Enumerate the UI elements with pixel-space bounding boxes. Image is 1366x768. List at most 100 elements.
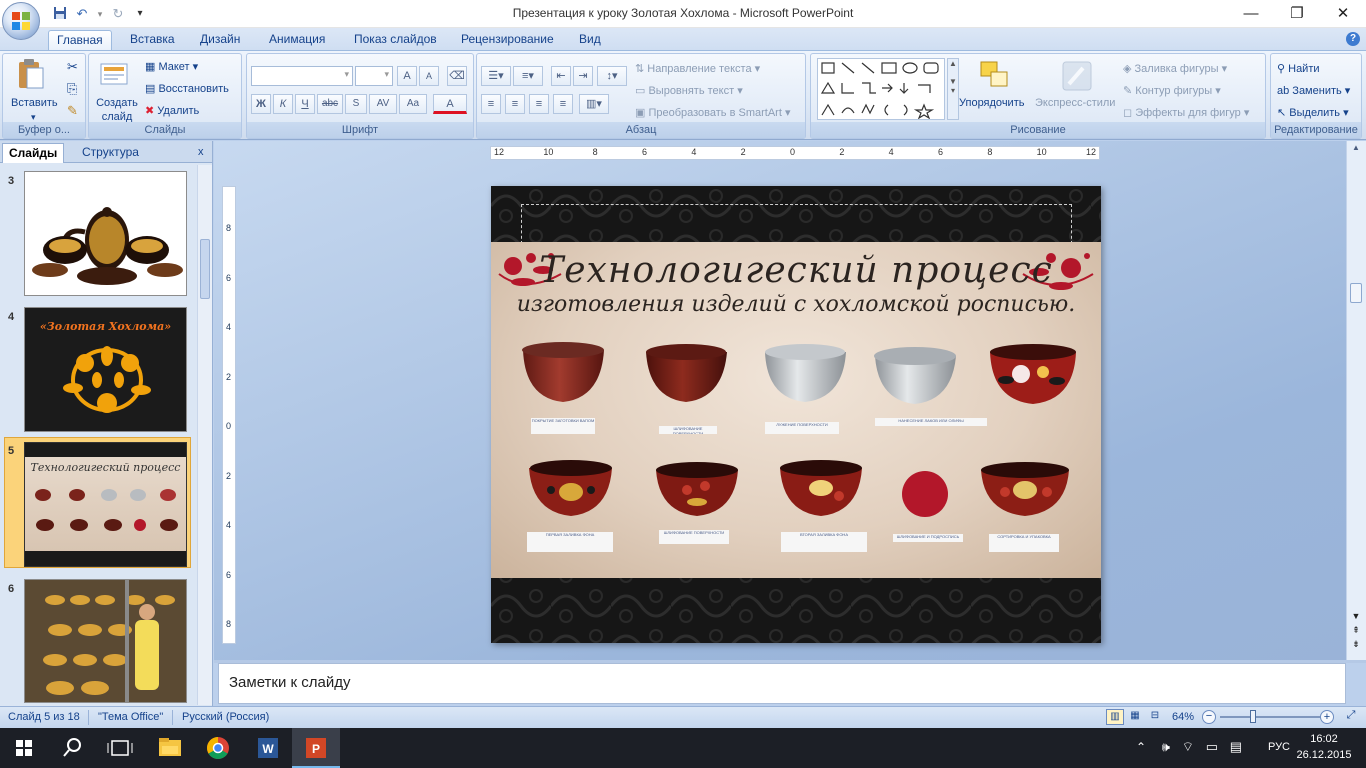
clock-time[interactable]: 16:02 bbox=[1296, 733, 1352, 745]
notes-pane[interactable]: Заметки к слайду bbox=[218, 663, 1346, 704]
smartart-button[interactable]: ▣ Преобразовать в SmartArt ▾ bbox=[635, 106, 790, 120]
decrease-indent-icon[interactable]: ⇤ bbox=[551, 66, 571, 86]
new-slide-icon[interactable] bbox=[99, 60, 131, 92]
paste-button[interactable]: Вставить bbox=[11, 96, 58, 110]
bold-button[interactable]: Ж bbox=[251, 94, 271, 114]
office-button[interactable] bbox=[2, 2, 40, 40]
tab-review[interactable]: Рецензирование bbox=[453, 30, 562, 50]
font-color-button[interactable]: A bbox=[433, 94, 467, 114]
underline-button[interactable]: Ч bbox=[295, 94, 315, 114]
shapes-gallery[interactable] bbox=[817, 58, 945, 120]
zoom-slider[interactable] bbox=[1220, 710, 1320, 723]
italic-button[interactable]: К bbox=[273, 94, 293, 114]
align-left-icon[interactable]: ≡ bbox=[481, 94, 501, 114]
shapes-scroll[interactable]: ▲ ▼ ▾ bbox=[947, 58, 959, 120]
battery-icon[interactable]: ▭ bbox=[1206, 739, 1218, 755]
tab-slideshow[interactable]: Показ слайдов bbox=[346, 30, 445, 50]
tab-insert[interactable]: Вставка bbox=[122, 30, 183, 50]
clock-date[interactable]: 26.12.2015 bbox=[1296, 749, 1352, 761]
scroll-thumb[interactable] bbox=[200, 239, 210, 299]
tab-animation[interactable]: Анимация bbox=[261, 30, 333, 50]
zoom-out-icon[interactable]: − bbox=[1202, 710, 1216, 724]
start-icon[interactable] bbox=[0, 728, 48, 768]
find-button[interactable]: ⚲ Найти bbox=[1277, 62, 1320, 76]
next-slide-icon[interactable]: ⇟ bbox=[1349, 639, 1363, 649]
volume-icon[interactable]: 🕪 bbox=[1162, 739, 1170, 755]
shape-effects-button[interactable]: ◻ Эффекты для фигур ▾ bbox=[1123, 106, 1249, 120]
help-icon[interactable]: ? bbox=[1346, 32, 1360, 46]
clear-format-icon[interactable]: ⌫ bbox=[447, 66, 467, 86]
tray-overflow-icon[interactable]: ⌃ bbox=[1136, 740, 1146, 754]
slide-thumb-6[interactable] bbox=[24, 579, 187, 703]
wifi-icon[interactable]: ⌔ bbox=[1182, 739, 1194, 755]
editor-scrollbar[interactable]: ▲ ▼ ⇞ ⇟ bbox=[1346, 141, 1366, 661]
zoom-slider-thumb[interactable] bbox=[1250, 710, 1257, 723]
close-button[interactable]: ✕ bbox=[1320, 0, 1366, 28]
maximize-button[interactable]: ❐ bbox=[1274, 0, 1320, 28]
scroll-up-icon[interactable]: ▲ bbox=[1349, 143, 1363, 155]
change-case-button[interactable]: Aa bbox=[399, 94, 427, 114]
fit-window-icon[interactable]: ⤢ bbox=[1342, 709, 1360, 725]
task-view-icon[interactable] bbox=[96, 728, 144, 768]
cut-icon[interactable]: ✂ bbox=[67, 60, 78, 74]
shrink-font-button[interactable]: A bbox=[419, 66, 439, 86]
arrange-icon[interactable] bbox=[979, 60, 1011, 92]
slide-thumb-4[interactable]: «Золотая Хохлома» bbox=[24, 307, 187, 432]
language-indicator[interactable]: Русский (Россия) bbox=[182, 711, 269, 723]
tab-design[interactable]: Дизайн bbox=[192, 30, 248, 50]
justify-icon[interactable]: ≡ bbox=[553, 94, 573, 114]
prev-slide-icon[interactable]: ⇞ bbox=[1349, 625, 1363, 635]
sorter-view-icon[interactable]: ▦ bbox=[1126, 709, 1144, 725]
line-spacing-icon[interactable]: ↕▾ bbox=[597, 66, 627, 86]
layout-button[interactable]: ▦ Макет ▾ bbox=[145, 60, 198, 74]
increase-indent-icon[interactable]: ⇥ bbox=[573, 66, 593, 86]
replace-button[interactable]: ab Заменить ▾ bbox=[1277, 84, 1350, 98]
slide-canvas[interactable]: Технологигеский процесс изготовления изд… bbox=[491, 186, 1101, 643]
reset-button[interactable]: ▤ Восстановить bbox=[145, 82, 229, 96]
select-button[interactable]: ↖ Выделить ▾ bbox=[1277, 106, 1349, 120]
delete-slide-button[interactable]: ✖ Удалить bbox=[145, 104, 199, 118]
powerpoint-icon[interactable]: P bbox=[292, 728, 340, 768]
quick-styles-button[interactable]: Экспресс-стили bbox=[1035, 96, 1115, 110]
align-center-icon[interactable]: ≡ bbox=[505, 94, 525, 114]
zoom-level[interactable]: 64% bbox=[1172, 711, 1194, 723]
minimize-button[interactable]: — bbox=[1228, 0, 1274, 28]
align-right-icon[interactable]: ≡ bbox=[529, 94, 549, 114]
copy-icon[interactable]: ⎘ bbox=[67, 82, 77, 96]
slides-panel-scrollbar[interactable] bbox=[197, 165, 212, 705]
word-icon[interactable]: W bbox=[244, 728, 292, 768]
shape-outline-button[interactable]: ✎ Контур фигуры ▾ bbox=[1123, 84, 1221, 98]
paste-icon[interactable] bbox=[17, 58, 49, 90]
input-language[interactable]: РУС bbox=[1268, 741, 1290, 753]
search-icon[interactable] bbox=[48, 728, 96, 768]
tab-view[interactable]: Вид bbox=[571, 30, 609, 50]
align-text-button[interactable]: ▭ Выровнять текст ▾ bbox=[635, 84, 743, 98]
tab-slides[interactable]: Слайды bbox=[2, 143, 65, 163]
scroll-thumb[interactable] bbox=[1350, 283, 1362, 303]
chrome-icon[interactable] bbox=[194, 728, 242, 768]
slideshow-view-icon[interactable]: ⊟ bbox=[1146, 709, 1164, 725]
numbering-icon[interactable]: ≡▾ bbox=[513, 66, 543, 86]
tab-home[interactable]: Главная bbox=[48, 30, 112, 50]
zoom-in-icon[interactable]: + bbox=[1320, 710, 1334, 724]
font-name-input[interactable]: ▾ bbox=[251, 66, 353, 86]
file-explorer-icon[interactable] bbox=[146, 728, 194, 768]
shape-fill-button[interactable]: ◈ Заливка фигуры ▾ bbox=[1123, 62, 1227, 76]
quick-styles-icon[interactable] bbox=[1061, 60, 1093, 92]
shadow-button[interactable]: S bbox=[345, 94, 367, 114]
font-size-input[interactable]: ▾ bbox=[355, 66, 393, 86]
close-panel-icon[interactable]: x bbox=[192, 143, 210, 163]
slide-thumb-5[interactable]: Технологигеский процесс bbox=[24, 442, 187, 567]
scroll-down-icon[interactable]: ▼ bbox=[1349, 611, 1363, 621]
grow-font-button[interactable]: A bbox=[397, 66, 417, 86]
strikethrough-button[interactable]: abc bbox=[317, 94, 343, 114]
text-direction-button[interactable]: ⇅ Направление текста ▾ bbox=[635, 62, 760, 76]
format-painter-icon[interactable]: ✎ bbox=[67, 104, 78, 118]
theme-name[interactable]: "Тема Office" bbox=[98, 711, 163, 723]
tab-outline[interactable]: Структура bbox=[76, 143, 145, 163]
arrange-button[interactable]: Упорядочить bbox=[959, 96, 1024, 110]
notification-icon[interactable]: ▤ bbox=[1230, 739, 1242, 755]
bullets-icon[interactable]: ☰▾ bbox=[481, 66, 511, 86]
columns-icon[interactable]: ▥▾ bbox=[579, 94, 609, 114]
new-slide-button[interactable]: Создать слайд bbox=[95, 96, 139, 124]
